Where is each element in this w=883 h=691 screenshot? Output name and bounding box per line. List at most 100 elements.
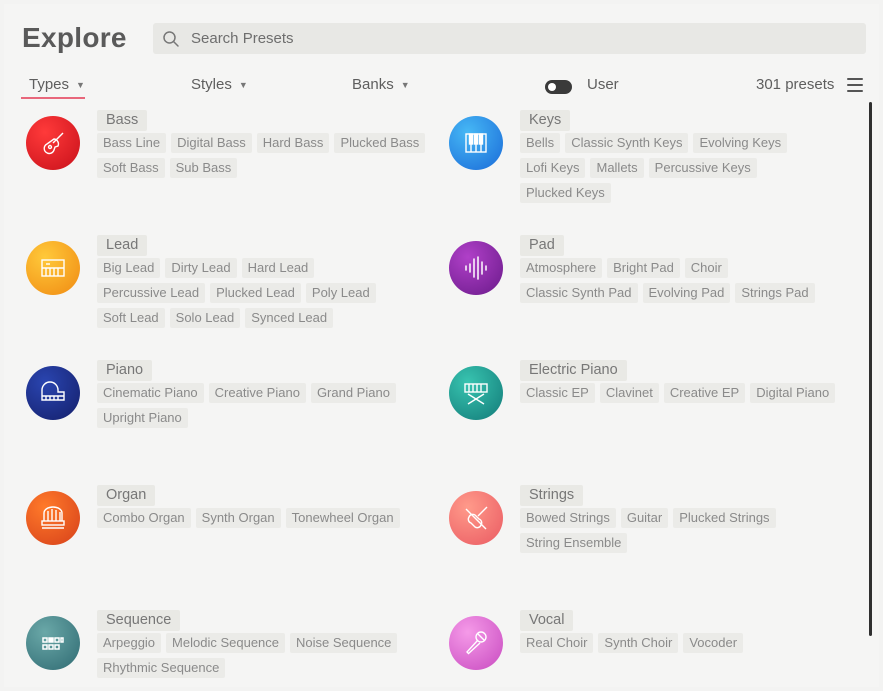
subtype-tag[interactable]: Classic Synth Keys bbox=[565, 133, 689, 153]
subtype-tag[interactable]: Atmosphere bbox=[520, 258, 603, 278]
active-filter-underline bbox=[21, 97, 85, 99]
subtype-tag[interactable]: Plucked Bass bbox=[334, 133, 426, 153]
banks-filter[interactable]: Banks ▼ bbox=[352, 76, 410, 93]
subtype-tag[interactable]: Soft Lead bbox=[97, 308, 165, 328]
category-name[interactable]: Sequence bbox=[97, 610, 181, 631]
subtype-tag[interactable]: Bowed Strings bbox=[520, 508, 616, 528]
subtype-tag[interactable]: Hard Lead bbox=[241, 258, 315, 278]
category-name[interactable]: Bass bbox=[97, 110, 148, 131]
subtype-tag[interactable]: Creative EP bbox=[663, 383, 746, 403]
subtype-tag[interactable]: Upright Piano bbox=[97, 408, 188, 428]
subtype-tag[interactable]: Arpeggio bbox=[97, 633, 162, 653]
category-name[interactable]: Pad bbox=[520, 235, 564, 256]
subtype-tags: Real Choir Synth Choir Vocoder bbox=[520, 633, 850, 653]
explore-panel bbox=[4, 4, 879, 687]
category-body: Bass Bass Line Digital Bass Hard Bass Plucke… bbox=[97, 110, 427, 178]
scrollbar[interactable] bbox=[869, 102, 872, 636]
search-input[interactable] bbox=[191, 30, 831, 47]
category-body: Strings Bowed Strings Guitar Plucked String… bbox=[520, 485, 850, 553]
category-body: Vocal Real Choir Synth Choir Vocoder bbox=[520, 610, 850, 653]
grand-piano-icon[interactable] bbox=[26, 366, 80, 420]
keyboard-stand-icon[interactable] bbox=[449, 366, 503, 420]
category-name[interactable]: Piano bbox=[97, 360, 153, 381]
banks-filter-label: Banks bbox=[352, 76, 394, 93]
subtype-tag[interactable]: Vocoder bbox=[683, 633, 744, 653]
subtype-tag[interactable]: Percussive Lead bbox=[97, 283, 206, 303]
organ-icon[interactable] bbox=[26, 491, 80, 545]
category-body: Keys Bells Classic Synth Keys Evolving Keys… bbox=[520, 110, 850, 203]
subtype-tag[interactable]: Bass Line bbox=[97, 133, 167, 153]
category-name[interactable]: Organ bbox=[97, 485, 156, 506]
subtype-tag[interactable]: Big Lead bbox=[97, 258, 161, 278]
subtype-tag[interactable]: Evolving Keys bbox=[693, 133, 788, 153]
types-filter-label: Types bbox=[29, 76, 70, 93]
styles-filter[interactable]: Styles ▼ bbox=[191, 76, 248, 93]
subtype-tag[interactable]: Plucked Keys bbox=[520, 183, 611, 203]
subtype-tags: Bass Line Digital Bass Hard Bass Plucked Ba… bbox=[97, 133, 427, 178]
category-body: Piano Cinematic Piano Creative Piano Grand … bbox=[97, 360, 427, 428]
subtype-tag[interactable]: Melodic Sequence bbox=[166, 633, 286, 653]
subtype-tag[interactable]: Classic EP bbox=[520, 383, 595, 403]
user-toggle-label: User bbox=[587, 76, 619, 93]
subtype-tag[interactable]: Percussive Keys bbox=[648, 158, 757, 178]
category-name[interactable]: Keys bbox=[520, 110, 571, 131]
user-toggle[interactable] bbox=[545, 80, 572, 94]
sequencer-icon[interactable] bbox=[26, 616, 80, 670]
category-body: Lead Big Lead Dirty Lead Hard Lead Percussiv… bbox=[97, 235, 427, 328]
subtype-tag[interactable]: Bells bbox=[520, 133, 561, 153]
category-name[interactable]: Lead bbox=[97, 235, 148, 256]
subtype-tag[interactable]: Classic Synth Pad bbox=[520, 283, 638, 303]
subtype-tag[interactable]: Solo Lead bbox=[169, 308, 241, 328]
subtype-tag[interactable]: Synth Choir bbox=[598, 633, 679, 653]
search-bar[interactable] bbox=[153, 23, 866, 54]
subtype-tag[interactable]: Poly Lead bbox=[305, 283, 376, 303]
subtype-tag[interactable]: Clavinet bbox=[599, 383, 659, 403]
subtype-tag[interactable]: Digital Bass bbox=[171, 133, 252, 153]
subtype-tag[interactable]: String Ensemble bbox=[520, 533, 628, 553]
subtype-tag[interactable]: Creative Piano bbox=[208, 383, 306, 403]
synth-keyboard-icon[interactable] bbox=[26, 241, 80, 295]
keys-icon[interactable] bbox=[449, 116, 503, 170]
subtype-tag[interactable]: Digital Piano bbox=[750, 383, 836, 403]
subtype-tags: Combo Organ Synth Organ Tonewheel Organ bbox=[97, 508, 427, 528]
subtype-tag[interactable]: Grand Piano bbox=[310, 383, 396, 403]
subtype-tag[interactable]: Strings Pad bbox=[735, 283, 815, 303]
subtype-tag[interactable]: Evolving Pad bbox=[642, 283, 731, 303]
guitar-icon[interactable] bbox=[26, 116, 80, 170]
category-name[interactable]: Strings bbox=[520, 485, 584, 506]
subtype-tag[interactable]: Combo Organ bbox=[97, 508, 191, 528]
category-body: Pad Atmosphere Bright Pad Choir Classic Synt… bbox=[520, 235, 850, 303]
subtype-tag[interactable]: Noise Sequence bbox=[290, 633, 398, 653]
violin-icon[interactable] bbox=[449, 491, 503, 545]
preset-count: 301 presets bbox=[756, 76, 835, 93]
subtype-tag[interactable]: Bright Pad bbox=[607, 258, 680, 278]
subtype-tag[interactable]: Real Choir bbox=[520, 633, 594, 653]
chevron-down-icon: ▼ bbox=[238, 79, 248, 90]
subtype-tag[interactable]: Plucked Lead bbox=[210, 283, 301, 303]
waveform-icon[interactable] bbox=[449, 241, 503, 295]
menu-icon[interactable] bbox=[847, 78, 863, 92]
category-name[interactable]: Vocal bbox=[520, 610, 574, 631]
subtype-tag[interactable]: Synth Organ bbox=[195, 508, 281, 528]
toggle-knob bbox=[548, 83, 556, 91]
subtype-tag[interactable]: Plucked Strings bbox=[673, 508, 776, 528]
subtype-tags: Bells Classic Synth Keys Evolving Keys Lofi… bbox=[520, 133, 850, 203]
subtype-tag[interactable]: Hard Bass bbox=[256, 133, 330, 153]
subtype-tag[interactable]: Mallets bbox=[590, 158, 644, 178]
page-title: Explore bbox=[22, 22, 127, 53]
category-name[interactable]: Electric Piano bbox=[520, 360, 627, 381]
subtype-tag[interactable]: Tonewheel Organ bbox=[285, 508, 400, 528]
subtype-tag[interactable]: Dirty Lead bbox=[165, 258, 237, 278]
subtype-tag[interactable]: Cinematic Piano bbox=[97, 383, 204, 403]
subtype-tag[interactable]: Soft Bass bbox=[97, 158, 165, 178]
types-filter[interactable]: Types ▼ bbox=[29, 76, 85, 93]
subtype-tag[interactable]: Lofi Keys bbox=[520, 158, 586, 178]
subtype-tag[interactable]: Sub Bass bbox=[169, 158, 238, 178]
microphone-icon[interactable] bbox=[449, 616, 503, 670]
subtype-tag[interactable]: Choir bbox=[684, 258, 728, 278]
subtype-tag[interactable]: Synced Lead bbox=[245, 308, 334, 328]
subtype-tag[interactable]: Rhythmic Sequence bbox=[97, 658, 226, 678]
subtype-tags: Arpeggio Melodic Sequence Noise Sequence Rh… bbox=[97, 633, 427, 678]
chevron-down-icon: ▼ bbox=[76, 79, 85, 90]
subtype-tag[interactable]: Guitar bbox=[620, 508, 669, 528]
